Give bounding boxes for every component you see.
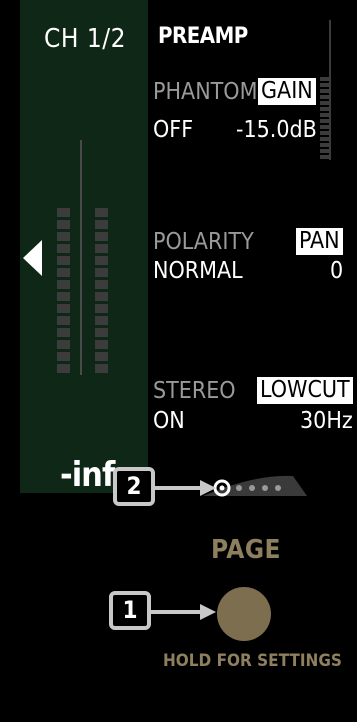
meter-segment [57,280,70,289]
meter-segment [57,220,70,229]
meter-segment [57,244,70,253]
meter-segment [57,364,70,373]
meter-segment [95,340,108,349]
stereo-value[interactable]: ON [153,408,185,434]
arrow-right-icon [151,604,216,620]
level-value: -inf [60,455,115,495]
meter-segment [95,244,108,253]
meter-segment [57,268,70,277]
meter-segment [95,364,108,373]
meter-segment [57,208,70,217]
stereo-label: STEREO [153,378,236,404]
arrow-right-icon [155,480,216,496]
meter-segment [95,280,108,289]
callout-1-badge: 1 [109,591,151,630]
preamp-screen: CH 1/2 PREAMP PHANTOM GAIN OFF -15.0dB P… [0,0,357,722]
meter-segment [95,352,108,361]
meter-segment [95,232,108,241]
meter-segment [57,340,70,349]
gain-value[interactable]: -15.0dB [236,117,317,143]
pan-label[interactable]: PAN [296,228,343,255]
meter-divider [80,140,82,375]
callout-2-badge: 2 [113,467,155,506]
polarity-label: POLARITY [153,229,254,255]
gain-meter-line [329,20,331,160]
meter-segment [57,292,70,301]
gain-label[interactable]: GAIN [258,78,316,105]
phantom-value[interactable]: OFF [153,117,193,143]
meter-segment [57,232,70,241]
page-button[interactable] [217,587,271,641]
meter-segment [95,268,108,277]
meter-segment [57,352,70,361]
meter-segment [95,328,108,337]
polarity-value[interactable]: NORMAL [153,258,243,284]
meter-segment [57,256,70,265]
page-title: PREAMP [158,24,248,49]
lowcut-value[interactable]: 30Hz [300,408,353,434]
meter-segment [57,316,70,325]
page-dot-icon [249,485,255,491]
page-dot-icon [275,485,281,491]
page-dot-icon [262,485,268,491]
meter-segment [95,220,108,229]
channel-label: CH 1/2 [44,24,127,54]
pan-value[interactable]: 0 [330,258,343,284]
meter-segment [95,304,108,313]
meter-segment [57,304,70,313]
phantom-label: PHANTOM [153,79,258,105]
meter-segment [57,328,70,337]
meter-segment [95,208,108,217]
left-arrow-icon[interactable] [22,238,44,278]
meter-segment [95,256,108,265]
hold-for-settings-label: HOLD FOR SETTINGS [163,651,342,671]
lowcut-label[interactable]: LOWCUT [257,377,353,404]
meter-segment [95,316,108,325]
page-dot-icon [236,485,242,491]
meter-segment [95,292,108,301]
page-label: PAGE [211,535,282,565]
